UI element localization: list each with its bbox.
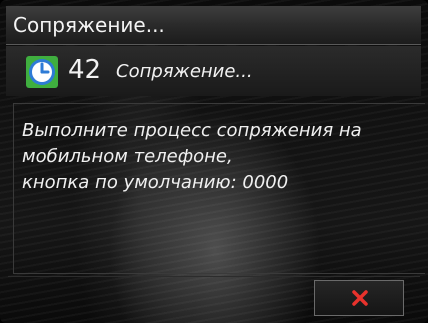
message-line: мобильном телефоне, — [22, 146, 233, 167]
close-icon — [352, 290, 368, 306]
timer-count: 42 — [68, 55, 102, 85]
pairing-screen: Сопряжение... 42 Сопряжение... Выполните… — [0, 0, 428, 323]
close-button[interactable] — [314, 280, 404, 316]
title-bar: Сопряжение... — [6, 6, 421, 45]
status-text: Сопряжение... — [116, 61, 253, 82]
divider — [8, 276, 420, 277]
status-row: 42 Сопряжение... — [6, 46, 421, 96]
page-title: Сопряжение... — [13, 13, 165, 37]
clock-icon — [26, 56, 58, 88]
message-line: Выполните процесс сопряжения на — [22, 120, 362, 141]
message-line: кнопка по умолчанию: 0000 — [22, 172, 289, 193]
